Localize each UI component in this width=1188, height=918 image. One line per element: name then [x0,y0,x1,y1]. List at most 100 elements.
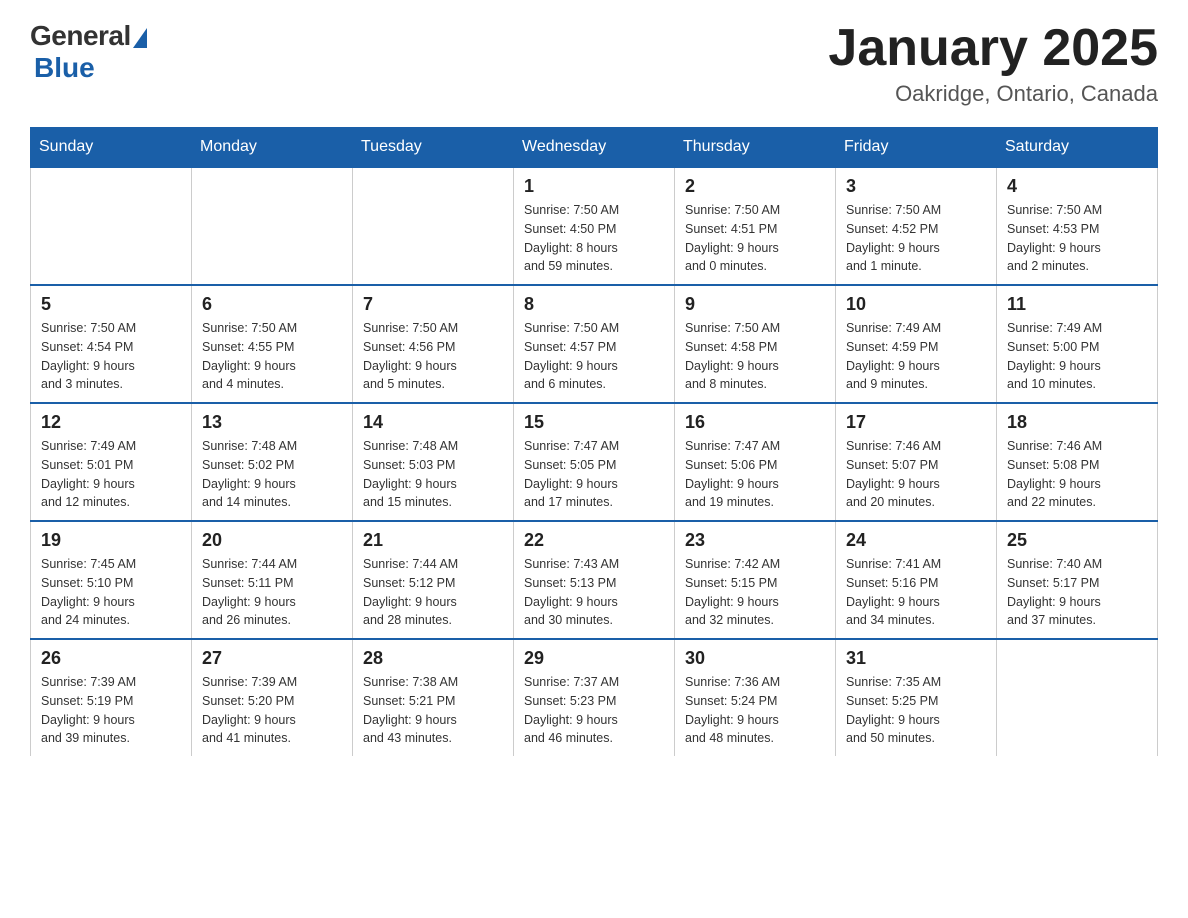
day-info: Sunrise: 7:44 AMSunset: 5:11 PMDaylight:… [202,555,342,630]
day-number: 17 [846,412,986,433]
calendar-day-header: Saturday [997,128,1158,168]
day-number: 10 [846,294,986,315]
day-number: 30 [685,648,825,669]
calendar-day-header: Wednesday [514,128,675,168]
calendar-cell [997,639,1158,756]
calendar-cell: 21Sunrise: 7:44 AMSunset: 5:12 PMDayligh… [353,521,514,639]
location-text: Oakridge, Ontario, Canada [828,81,1158,107]
day-info: Sunrise: 7:47 AMSunset: 5:06 PMDaylight:… [685,437,825,512]
logo-general-text: General [30,20,131,52]
calendar-cell: 29 Sunrise: 7:37 AMSunset: 5:23 PMDayligh… [514,639,675,756]
day-number: 18 [1007,412,1147,433]
day-info: Sunrise: 7:50 AMSunset: 4:54 PMDaylight:… [41,319,181,394]
day-number: 19 [41,530,181,551]
day-info: Sunrise: 7:47 AMSunset: 5:05 PMDaylight:… [524,437,664,512]
day-number: 16 [685,412,825,433]
calendar-day-header: Thursday [675,128,836,168]
calendar-table: SundayMondayTuesdayWednesdayThursdayFrid… [30,127,1158,756]
calendar-cell: 15 Sunrise: 7:47 AMSunset: 5:05 PMDayligh… [514,403,675,521]
day-info: Sunrise: 7:39 AMSunset: 5:20 PMDaylight:… [202,673,342,748]
day-info: Sunrise: 7:37 AMSunset: 5:23 PMDaylight:… [524,673,664,748]
day-info: Sunrise: 7:45 AMSunset: 5:10 PMDaylight:… [41,555,181,630]
calendar-week-row: 12Sunrise: 7:49 AMSunset: 5:01 PMDayligh… [31,403,1158,521]
day-number: 5 [41,294,181,315]
page-header: General Blue January 2025 Oakridge, Onta… [30,20,1158,107]
calendar-cell: 28Sunrise: 7:38 AMSunset: 5:21 PMDayligh… [353,639,514,756]
calendar-cell: 16 Sunrise: 7:47 AMSunset: 5:06 PMDayligh… [675,403,836,521]
day-number: 9 [685,294,825,315]
calendar-cell: 9Sunrise: 7:50 AMSunset: 4:58 PMDaylight… [675,285,836,403]
day-number: 13 [202,412,342,433]
day-number: 14 [363,412,503,433]
calendar-cell: 7 Sunrise: 7:50 AMSunset: 4:56 PMDaylight… [353,285,514,403]
calendar-day-header: Tuesday [353,128,514,168]
calendar-cell: 24Sunrise: 7:41 AMSunset: 5:16 PMDayligh… [836,521,997,639]
calendar-day-header: Sunday [31,128,192,168]
calendar-cell: 2 Sunrise: 7:50 AMSunset: 4:51 PMDaylight… [675,167,836,285]
day-info: Sunrise: 7:48 AMSunset: 5:02 PMDaylight:… [202,437,342,512]
day-info: Sunrise: 7:50 AMSunset: 4:55 PMDaylight:… [202,319,342,394]
calendar-cell: 30 Sunrise: 7:36 AMSunset: 5:24 PMDayligh… [675,639,836,756]
day-info: Sunrise: 7:38 AMSunset: 5:21 PMDaylight:… [363,673,503,748]
calendar-cell: 11 Sunrise: 7:49 AMSunset: 5:00 PMDayligh… [997,285,1158,403]
calendar-week-row: 5 Sunrise: 7:50 AMSunset: 4:54 PMDaylight… [31,285,1158,403]
logo: General Blue [30,20,147,84]
day-info: Sunrise: 7:49 AMSunset: 5:00 PMDaylight:… [1007,319,1147,394]
day-info: Sunrise: 7:50 AMSunset: 4:57 PMDaylight:… [524,319,664,394]
calendar-cell: 25Sunrise: 7:40 AMSunset: 5:17 PMDayligh… [997,521,1158,639]
day-number: 7 [363,294,503,315]
logo-blue-text: Blue [34,52,95,84]
calendar-cell: 13 Sunrise: 7:48 AMSunset: 5:02 PMDayligh… [192,403,353,521]
month-title: January 2025 [828,20,1158,77]
calendar-cell: 3Sunrise: 7:50 AMSunset: 4:52 PMDaylight… [836,167,997,285]
day-number: 23 [685,530,825,551]
day-number: 22 [524,530,664,551]
calendar-cell: 8 Sunrise: 7:50 AMSunset: 4:57 PMDaylight… [514,285,675,403]
calendar-week-row: 26Sunrise: 7:39 AMSunset: 5:19 PMDayligh… [31,639,1158,756]
day-info: Sunrise: 7:40 AMSunset: 5:17 PMDaylight:… [1007,555,1147,630]
calendar-cell: 6Sunrise: 7:50 AMSunset: 4:55 PMDaylight… [192,285,353,403]
day-number: 3 [846,176,986,197]
calendar-cell: 12Sunrise: 7:49 AMSunset: 5:01 PMDayligh… [31,403,192,521]
calendar-cell: 1Sunrise: 7:50 AMSunset: 4:50 PMDaylight… [514,167,675,285]
day-number: 31 [846,648,986,669]
day-info: Sunrise: 7:46 AMSunset: 5:07 PMDaylight:… [846,437,986,512]
day-info: Sunrise: 7:44 AMSunset: 5:12 PMDaylight:… [363,555,503,630]
calendar-cell: 22 Sunrise: 7:43 AMSunset: 5:13 PMDayligh… [514,521,675,639]
calendar-week-row: 19 Sunrise: 7:45 AMSunset: 5:10 PMDayligh… [31,521,1158,639]
calendar-cell [192,167,353,285]
calendar-cell: 31 Sunrise: 7:35 AMSunset: 5:25 PMDayligh… [836,639,997,756]
day-info: Sunrise: 7:50 AMSunset: 4:56 PMDaylight:… [363,319,503,394]
calendar-week-row: 1Sunrise: 7:50 AMSunset: 4:50 PMDaylight… [31,167,1158,285]
calendar-cell: 5 Sunrise: 7:50 AMSunset: 4:54 PMDaylight… [31,285,192,403]
calendar-day-header: Monday [192,128,353,168]
calendar-header-row: SundayMondayTuesdayWednesdayThursdayFrid… [31,128,1158,168]
day-info: Sunrise: 7:48 AMSunset: 5:03 PMDaylight:… [363,437,503,512]
calendar-cell: 27 Sunrise: 7:39 AMSunset: 5:20 PMDayligh… [192,639,353,756]
day-number: 27 [202,648,342,669]
day-info: Sunrise: 7:36 AMSunset: 5:24 PMDaylight:… [685,673,825,748]
day-number: 11 [1007,294,1147,315]
day-info: Sunrise: 7:35 AMSunset: 5:25 PMDaylight:… [846,673,986,748]
calendar-cell: 26Sunrise: 7:39 AMSunset: 5:19 PMDayligh… [31,639,192,756]
day-info: Sunrise: 7:46 AMSunset: 5:08 PMDaylight:… [1007,437,1147,512]
day-number: 2 [685,176,825,197]
calendar-body: 1Sunrise: 7:50 AMSunset: 4:50 PMDaylight… [31,167,1158,756]
day-number: 29 [524,648,664,669]
day-number: 8 [524,294,664,315]
day-info: Sunrise: 7:42 AMSunset: 5:15 PMDaylight:… [685,555,825,630]
day-number: 1 [524,176,664,197]
day-number: 15 [524,412,664,433]
day-info: Sunrise: 7:43 AMSunset: 5:13 PMDaylight:… [524,555,664,630]
calendar-cell [31,167,192,285]
day-info: Sunrise: 7:50 AMSunset: 4:51 PMDaylight:… [685,201,825,276]
calendar-cell: 4Sunrise: 7:50 AMSunset: 4:53 PMDaylight… [997,167,1158,285]
logo-arrow-icon [133,28,147,48]
day-number: 12 [41,412,181,433]
calendar-cell [353,167,514,285]
day-number: 24 [846,530,986,551]
calendar-cell: 18 Sunrise: 7:46 AMSunset: 5:08 PMDayligh… [997,403,1158,521]
calendar-day-header: Friday [836,128,997,168]
day-info: Sunrise: 7:39 AMSunset: 5:19 PMDaylight:… [41,673,181,748]
day-info: Sunrise: 7:49 AMSunset: 4:59 PMDaylight:… [846,319,986,394]
